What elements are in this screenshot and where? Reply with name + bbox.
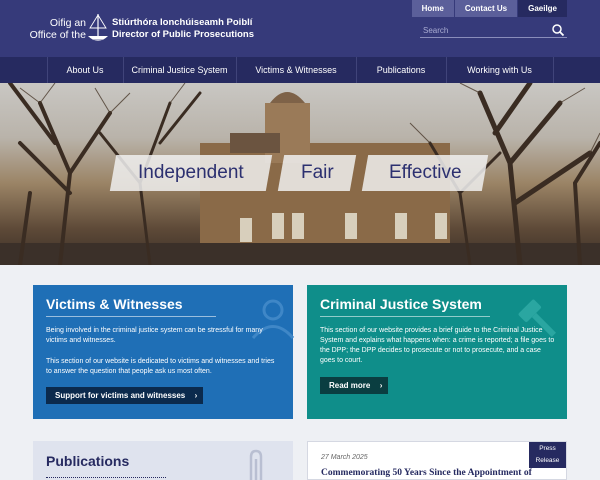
read-more-button-label: Read more: [329, 381, 371, 390]
hero-word-fair: Fair: [277, 155, 357, 191]
nav-item-working-with-us[interactable]: Working with Us: [447, 57, 554, 83]
nav-item-about-us[interactable]: About Us: [46, 57, 124, 83]
chevron-right-icon: ›: [194, 391, 198, 400]
hero-word-independent: Independent: [109, 155, 273, 191]
search-input[interactable]: [423, 24, 543, 36]
chevron-right-icon: ›: [379, 381, 383, 390]
logo-left-english: Office of the: [29, 29, 86, 41]
nav-item-criminal-justice-system[interactable]: Criminal Justice System: [124, 57, 237, 83]
victims-card-title[interactable]: Victims & Witnesses: [46, 296, 183, 312]
news-title[interactable]: Commemorating 50 Years Since the Appoint…: [321, 468, 532, 478]
publications-card-title[interactable]: Publications: [46, 453, 129, 469]
nav-item-victims-witnesses[interactable]: Victims & Witnesses: [237, 57, 357, 83]
scales-emblem-icon[interactable]: [86, 12, 110, 46]
logo-text-right[interactable]: Stiúrthóra Ionchúiseamh Poiblí Director …: [112, 17, 254, 41]
victims-card-divider: [46, 316, 216, 317]
search-icon[interactable]: [551, 23, 565, 37]
support-victims-button[interactable]: Support for victims and witnesses ›: [46, 387, 204, 404]
victims-card-para2: This section of our website is dedicated…: [46, 358, 275, 375]
victims-card-para1: Being involved in the criminal justice s…: [46, 327, 263, 344]
nav-item-publications[interactable]: Publications: [357, 57, 447, 83]
read-more-button[interactable]: Read more ›: [320, 377, 389, 394]
paperclip-icon: [249, 449, 263, 480]
badge-line-2: Release: [535, 457, 560, 464]
press-release-badge: Press Release: [529, 442, 566, 468]
logo-right-english: Director of Public Prosecutions: [112, 29, 254, 40]
badge-line-1: Press: [539, 445, 556, 452]
cjs-card-para1: This section of our website provides a b…: [320, 327, 555, 364]
victims-witnesses-card[interactable]: Victims & Witnesses Being involved in th…: [33, 285, 295, 419]
hero-word-effective: Effective: [361, 155, 489, 191]
news-date: 27 March 2025: [321, 454, 368, 461]
contact-us-link[interactable]: Contact Us: [454, 0, 518, 17]
site-header: Oifig an Office of the Stiúrthóra Ionchú…: [0, 0, 600, 57]
main-nav: About Us Criminal Justice System Victims…: [0, 57, 600, 83]
home-link[interactable]: Home: [411, 0, 454, 17]
publications-card[interactable]: Publications: [33, 441, 293, 480]
logo-left-irish: Oifig an: [49, 17, 86, 29]
news-card[interactable]: 27 March 2025 Commemorating 50 Years Sin…: [307, 441, 567, 480]
cjs-card-divider: [320, 316, 490, 317]
logo-right-irish: Stiúrthóra Ionchúiseamh Poiblí: [112, 17, 253, 28]
utility-links: Home Contact Us Gaeilge: [411, 0, 567, 17]
criminal-justice-system-card[interactable]: Criminal Justice System This section of …: [307, 285, 567, 419]
gaeilge-link[interactable]: Gaeilge: [518, 0, 567, 17]
cjs-card-title[interactable]: Criminal Justice System: [320, 296, 482, 312]
support-victims-button-label: Support for victims and witnesses: [55, 391, 186, 400]
hero-banner: Independent Fair Effective: [0, 83, 600, 265]
logo-text-left[interactable]: Oifig an Office of the: [26, 17, 86, 41]
search-box: [420, 21, 567, 38]
